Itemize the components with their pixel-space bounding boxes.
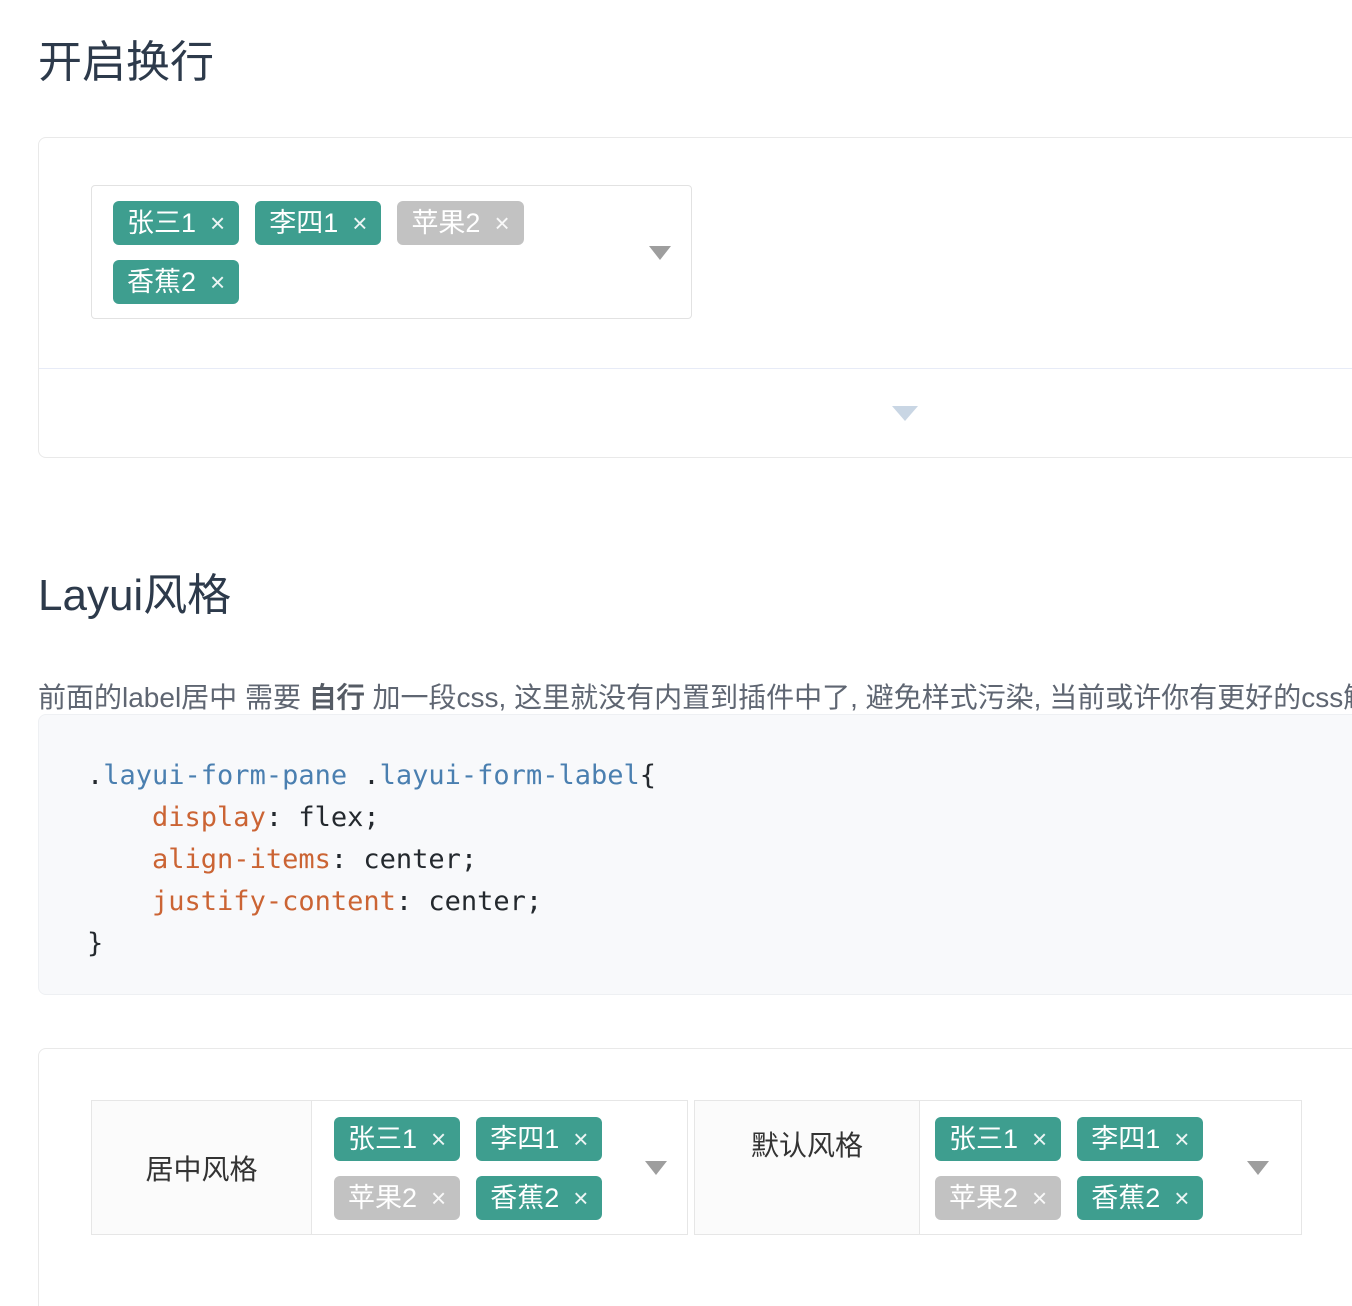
selected-tag: 张三1 × xyxy=(113,201,239,245)
tag-close-icon[interactable]: × xyxy=(431,1185,446,1211)
tag-label: 李四1 xyxy=(1091,1126,1160,1153)
code-collapse-bar[interactable] xyxy=(39,369,1352,457)
selected-tag: 苹果2 × xyxy=(397,201,523,245)
tag-label: 苹果2 xyxy=(949,1185,1018,1212)
selected-tags-zone: 张三1 × 李四1 × 苹果2 × 香蕉2 × xyxy=(920,1101,1301,1236)
selected-tag: 李四1 × xyxy=(1077,1117,1203,1161)
tag-close-icon[interactable]: × xyxy=(1032,1126,1047,1152)
selected-tag: 香蕉2 × xyxy=(113,260,239,304)
selected-tag: 张三1 × xyxy=(935,1117,1061,1161)
multi-select-wrap-demo[interactable]: 张三1 × 李四1 × 苹果2 × 香蕉2 × xyxy=(91,185,692,319)
selected-tag: 李四1 × xyxy=(255,201,381,245)
form-item-default: 默认风格 张三1 × 李四1 × 苹果2 × 香蕉2 × xyxy=(694,1100,1302,1235)
tag-close-icon[interactable]: × xyxy=(1032,1185,1047,1211)
demo-panel-layui: 居中风格 张三1×李四1×苹果2×香蕉2× 默认风格 张三1×李四1×苹果2×香… xyxy=(38,1048,1352,1306)
selected-tag: 苹果2 × xyxy=(935,1176,1061,1220)
demo-area: 张三1 × 李四1 × 苹果2 × 香蕉2 × xyxy=(39,138,1352,369)
selected-tags-zone: 张三1 × 李四1 × 苹果2 × 香蕉2 × xyxy=(312,1101,687,1236)
multi-select-default[interactable]: 张三1 × 李四1 × 苹果2 × 香蕉2 × xyxy=(920,1101,1301,1234)
tag-label: 张三1 xyxy=(949,1126,1018,1153)
tag-label: 苹果2 xyxy=(411,210,480,237)
page: 开启换行 张三1 × 李四1 × 苹果2 × 香蕉2 × Layui风格 前面的label居中… xyxy=(0,0,1352,1306)
multi-select-centered[interactable]: 张三1 × 李四1 × 苹果2 × 香蕉2 × xyxy=(312,1101,687,1234)
description-text-before: 前面的label居中 需要 xyxy=(38,682,309,713)
section-heading-wrap: 开启换行 xyxy=(38,38,214,89)
tag-label: 苹果2 xyxy=(348,1185,417,1212)
tag-label: 香蕉2 xyxy=(490,1185,559,1212)
tag-close-icon[interactable]: × xyxy=(1174,1126,1189,1152)
description-text-after: 加一段css, 这里就没有内置到插件中了, 避免样式污染, 当前或许你有更好的c… xyxy=(365,682,1352,713)
tag-label: 张三1 xyxy=(127,210,196,237)
collapse-arrow-icon xyxy=(892,406,918,421)
tag-close-icon[interactable]: × xyxy=(573,1126,588,1152)
form-item-centered: 居中风格 张三1 × 李四1 × 苹果2 × 香蕉2 × xyxy=(91,1100,688,1235)
dropdown-arrow-icon[interactable] xyxy=(645,1161,667,1175)
tag-label: 香蕉2 xyxy=(1091,1185,1160,1212)
tag-label: 张三1 xyxy=(348,1126,417,1153)
tag-close-icon[interactable]: × xyxy=(494,210,509,236)
dropdown-arrow-icon[interactable] xyxy=(1247,1161,1269,1175)
tag-close-icon[interactable]: × xyxy=(210,210,225,236)
tag-close-icon[interactable]: × xyxy=(210,269,225,295)
code-line: justify-content: center; xyxy=(87,881,1352,923)
dropdown-arrow-icon[interactable] xyxy=(649,246,671,260)
tag-close-icon[interactable]: × xyxy=(352,210,367,236)
code-line: } xyxy=(87,923,1352,965)
tag-close-icon[interactable]: × xyxy=(431,1126,446,1152)
form-label-centered: 居中风格 xyxy=(92,1101,312,1234)
tag-label: 李四1 xyxy=(490,1126,559,1153)
selected-tag: 苹果2 × xyxy=(334,1176,460,1220)
code-line: align-items: center; xyxy=(87,839,1352,881)
tag-label: 香蕉2 xyxy=(127,269,196,296)
code-line: display: flex; xyxy=(87,797,1352,839)
tag-close-icon[interactable]: × xyxy=(573,1185,588,1211)
css-code-block: .layui-form-pane .layui-form-label{ disp… xyxy=(38,714,1352,995)
selected-tag: 张三1 × xyxy=(334,1117,460,1161)
description-text-bold: 自行 xyxy=(309,682,365,713)
code-line: .layui-form-pane .layui-form-label{ xyxy=(87,755,1352,797)
form-label-default: 默认风格 xyxy=(695,1101,920,1234)
selected-tag: 李四1 × xyxy=(476,1117,602,1161)
section-heading-layui: Layui风格 xyxy=(38,571,231,622)
layui-form-row: 居中风格 张三1×李四1×苹果2×香蕉2× 默认风格 张三1×李四1×苹果2×香… xyxy=(91,1100,1302,1235)
selected-tag: 香蕉2 × xyxy=(1077,1176,1203,1220)
section-description: 前面的label居中 需要 自行 加一段css, 这里就没有内置到插件中了, 避… xyxy=(38,676,1352,716)
tag-label: 李四1 xyxy=(269,210,338,237)
selected-tags-zone: 张三1 × 李四1 × 苹果2 × 香蕉2 × xyxy=(92,186,691,319)
demo-panel-wrap: 张三1 × 李四1 × 苹果2 × 香蕉2 × xyxy=(38,137,1352,458)
tag-close-icon[interactable]: × xyxy=(1174,1185,1189,1211)
selected-tag: 香蕉2 × xyxy=(476,1176,602,1220)
